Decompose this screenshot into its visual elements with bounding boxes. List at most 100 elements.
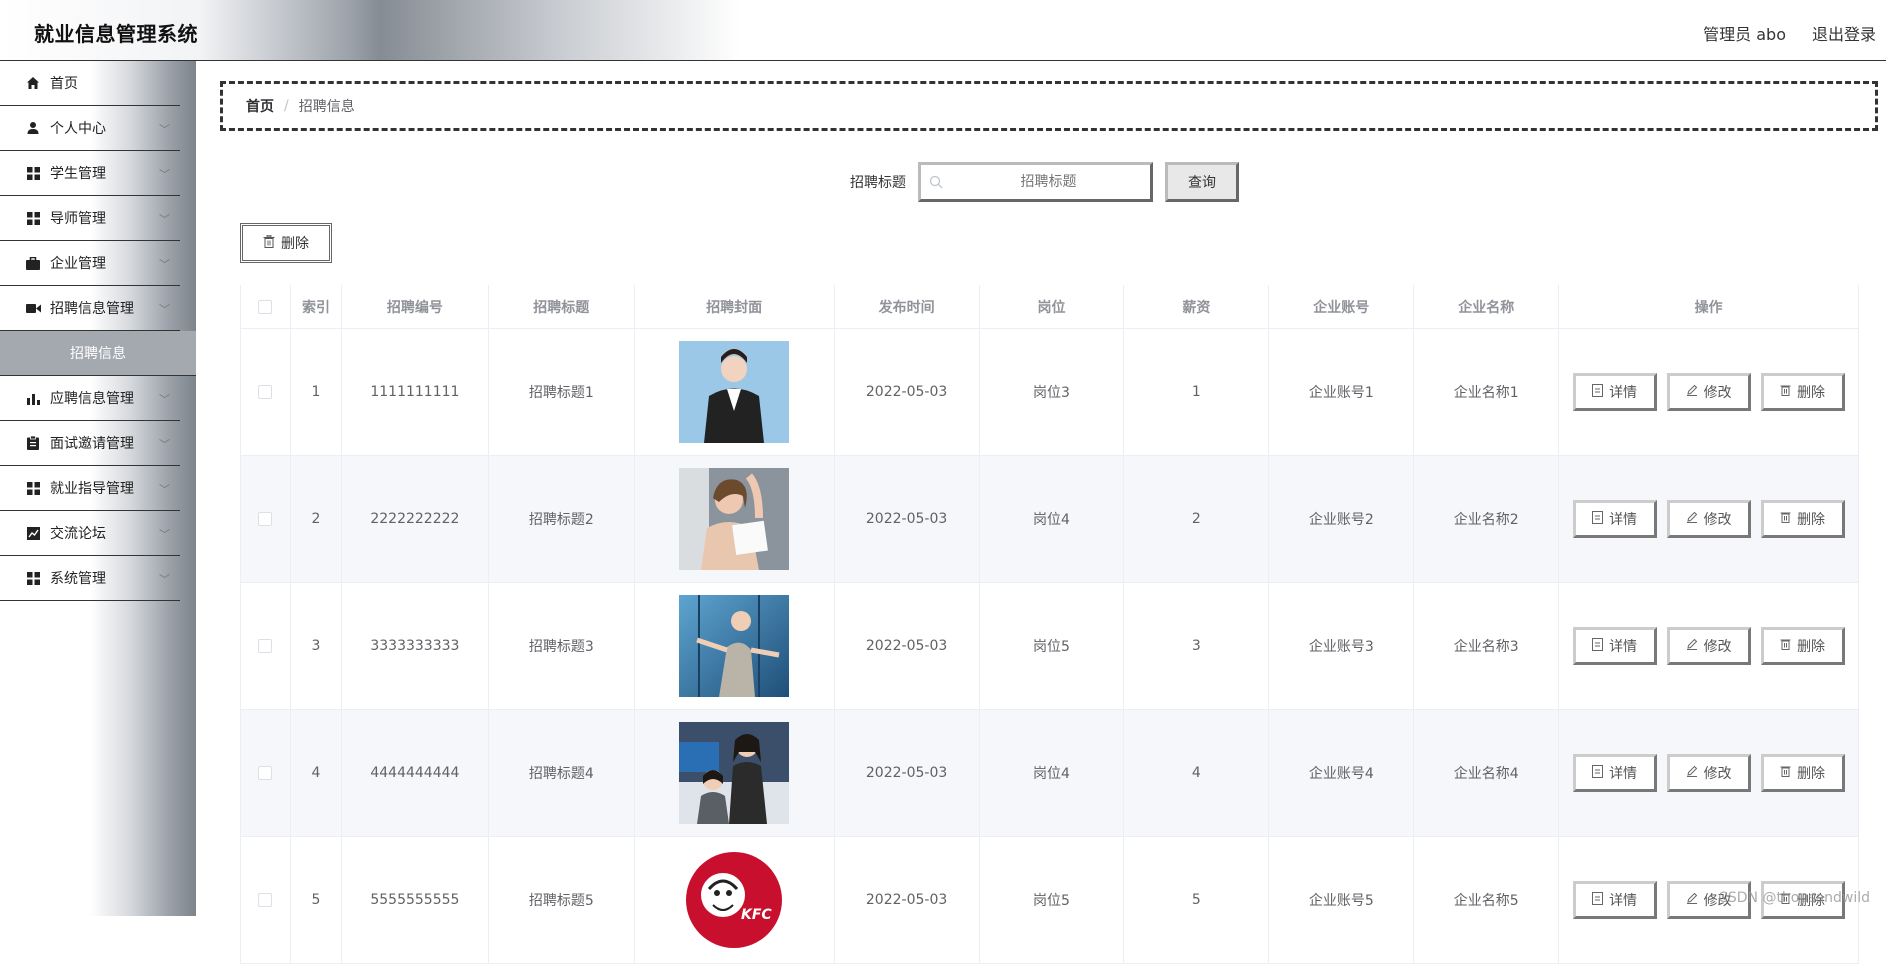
company-name-cell: 企业名称5	[1414, 837, 1560, 963]
detail-button[interactable]: 详情	[1572, 627, 1657, 665]
edit-button[interactable]: 修改	[1666, 500, 1751, 538]
query-button[interactable]: 查询	[1165, 162, 1239, 202]
company-name-cell: 企业名称3	[1414, 583, 1560, 709]
sidebar-item-label: 交流论坛	[50, 526, 106, 542]
search-field[interactable]	[918, 162, 1153, 202]
edit-button[interactable]: 修改	[1666, 627, 1751, 665]
document-icon	[1592, 383, 1604, 401]
svg-text:KFC: KFC	[741, 907, 772, 923]
delete-button[interactable]: 删除	[1760, 500, 1845, 538]
row-checkbox[interactable]	[258, 893, 273, 907]
company-name-cell: 企业名称1	[1414, 329, 1560, 455]
cover-image[interactable]	[679, 595, 790, 697]
chevron-down-icon: ﹀	[159, 258, 170, 271]
row-checkbox[interactable]	[258, 385, 273, 399]
cover-image[interactable]	[679, 341, 790, 443]
position-cell: 岗位4	[980, 456, 1125, 582]
sidebar-item-home[interactable]: 首页	[0, 61, 180, 106]
chevron-down-icon: ﹀	[159, 168, 170, 181]
cover-cell	[635, 456, 835, 582]
sidebar-item-label: 招聘信息管理	[50, 301, 134, 317]
company-account-cell: 企业账号1	[1269, 329, 1415, 455]
row-checkbox[interactable]	[258, 766, 273, 780]
edit-label: 修改	[1703, 385, 1732, 401]
index-cell: 4	[291, 710, 342, 836]
detail-button[interactable]: 详情	[1572, 754, 1657, 792]
edit-button[interactable]: 修改	[1666, 754, 1751, 792]
row-checkbox[interactable]	[258, 639, 273, 653]
edit-icon	[1686, 765, 1698, 781]
detail-label: 详情	[1609, 893, 1638, 909]
title-cell: 招聘标题1	[489, 329, 635, 455]
trash-icon	[1780, 384, 1791, 400]
code-cell: 4444444444	[342, 710, 489, 836]
salary-cell: 2	[1124, 456, 1270, 582]
row-select-cell	[241, 456, 291, 582]
position-cell: 岗位4	[980, 710, 1125, 836]
detail-button[interactable]: 详情	[1572, 373, 1657, 411]
sidebar-item-label: 导师管理	[50, 211, 106, 227]
table-row: 3 3333333333 招聘标题3 2022-05-03 岗位5 3 企业账号…	[241, 583, 1859, 710]
column-header: 企业名称	[1414, 285, 1560, 328]
sidebar-item-label: 企业管理	[50, 256, 106, 272]
delete-button[interactable]: 删除	[1760, 754, 1845, 792]
cover-image[interactable]: KFC	[679, 849, 790, 951]
salary-cell: 1	[1124, 329, 1270, 455]
sidebar-item-recruitment-management[interactable]: 招聘信息管理 ﹀	[0, 286, 180, 331]
detail-button[interactable]: 详情	[1572, 500, 1657, 538]
select-all-checkbox[interactable]	[258, 299, 273, 314]
delete-button[interactable]: 删除	[1760, 627, 1845, 665]
document-icon	[1592, 510, 1604, 528]
table-row: 1 1111111111 招聘标题1 2022-05-03 岗位3 1 企业账号…	[241, 329, 1859, 456]
code-cell: 3333333333	[342, 583, 489, 709]
sidebar-subitem-recruitment-info[interactable]: 招聘信息	[0, 331, 196, 376]
detail-label: 详情	[1609, 639, 1638, 655]
chevron-down-icon: ﹀	[159, 393, 170, 406]
title-cell: 招聘标题4	[489, 710, 635, 836]
delete-label: 删除	[1797, 385, 1826, 401]
sidebar-item-student-management[interactable]: 学生管理 ﹀	[0, 151, 180, 196]
sidebar-item-application-management[interactable]: 应聘信息管理 ﹀	[0, 376, 180, 421]
search-input[interactable]	[951, 171, 1146, 193]
bulk-delete-button[interactable]: 删除	[240, 223, 332, 263]
date-cell: 2022-05-03	[835, 583, 980, 709]
delete-button[interactable]: 删除	[1760, 373, 1845, 411]
chevron-down-icon: ﹀	[159, 123, 170, 136]
position-cell: 岗位5	[980, 837, 1125, 963]
cover-image[interactable]	[679, 468, 790, 570]
chevron-down-icon: ﹀	[159, 528, 170, 541]
cover-cell	[635, 583, 835, 709]
company-name-cell: 企业名称4	[1414, 710, 1560, 836]
edit-button[interactable]: 修改	[1666, 373, 1751, 411]
sidebar-item-label: 个人中心	[50, 121, 106, 137]
chevron-down-icon: ﹀	[159, 483, 170, 496]
chevron-down-icon: ﹀	[159, 573, 170, 586]
sidebar-item-system-management[interactable]: 系统管理 ﹀	[0, 556, 180, 601]
sidebar-item-forum[interactable]: 交流论坛 ﹀	[0, 511, 180, 556]
index-cell: 3	[291, 583, 342, 709]
cover-cell	[635, 329, 835, 455]
sidebar-item-company-management[interactable]: 企业管理 ﹀	[0, 241, 180, 286]
sidebar-item-label: 应聘信息管理	[50, 391, 134, 407]
detail-button[interactable]: 详情	[1572, 881, 1657, 919]
cover-image[interactable]	[679, 722, 790, 824]
logout-link[interactable]: 退出登录	[1812, 21, 1876, 45]
title-cell: 招聘标题2	[489, 456, 635, 582]
document-icon	[1592, 637, 1604, 655]
grid-icon	[24, 481, 42, 495]
row-select-cell	[241, 710, 291, 836]
breadcrumb-home[interactable]: 首页	[246, 96, 274, 116]
sidebar-item-personal-center[interactable]: 个人中心 ﹀	[0, 106, 180, 151]
search-icon	[929, 174, 943, 193]
row-select-cell	[241, 837, 291, 963]
sidebar-item-interview-management[interactable]: 面试邀请管理 ﹀	[0, 421, 180, 466]
sidebar-item-guidance-management[interactable]: 就业指导管理 ﹀	[0, 466, 180, 511]
breadcrumb: 首页 / 招聘信息	[220, 81, 1878, 131]
code-cell: 1111111111	[342, 329, 489, 455]
row-checkbox[interactable]	[258, 512, 273, 526]
row-select-cell	[241, 329, 291, 455]
column-header: 操作	[1559, 285, 1859, 328]
user-icon	[24, 121, 42, 135]
sidebar-item-tutor-management[interactable]: 导师管理 ﹀	[0, 196, 180, 241]
sidebar-item-label: 系统管理	[50, 571, 106, 587]
